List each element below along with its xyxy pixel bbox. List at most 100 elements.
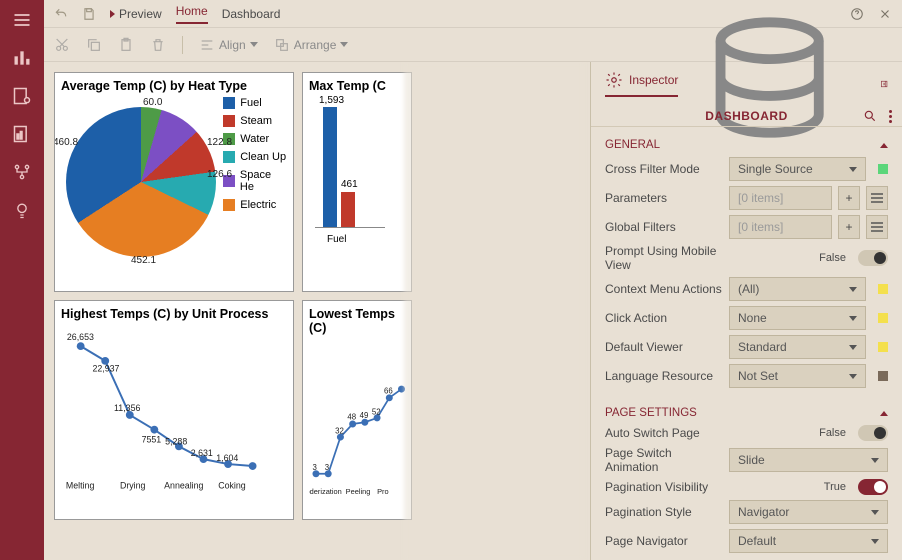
blurred-region (404, 62, 584, 560)
idea-icon[interactable] (12, 200, 32, 220)
chevron-down-icon (340, 42, 348, 47)
close-icon[interactable] (878, 7, 892, 21)
status-square (878, 371, 888, 381)
global-filters-field[interactable]: [0 items] (729, 215, 832, 239)
left-rail (0, 0, 44, 560)
dashboard-tab[interactable]: Dashboard (222, 7, 281, 21)
context-menu-select[interactable]: (All) (729, 277, 866, 301)
home-tab[interactable]: Home (176, 4, 208, 24)
model-icon[interactable] (12, 162, 32, 182)
search-icon[interactable] (863, 109, 877, 123)
prop-label: Context Menu Actions (605, 282, 723, 296)
prop-label: Prompt Using Mobile View (605, 244, 745, 272)
card-title: Lowest Temps (C) (309, 307, 405, 335)
report-user-icon[interactable] (12, 86, 32, 106)
report-bar-icon[interactable] (12, 124, 32, 144)
line-chart: 3 3 32 48 49 52 66 oderization Peeling P… (309, 339, 405, 509)
undo-icon[interactable] (54, 7, 68, 21)
section-title: GENERAL (605, 139, 660, 151)
preview-button[interactable]: Preview (110, 7, 162, 21)
cut-icon[interactable] (54, 37, 70, 53)
cross-filter-select[interactable]: Single Source (729, 157, 866, 181)
pie-legend: Fuel Steam Water Clean Up Space He Elect… (223, 97, 287, 267)
parameters-field[interactable]: [0 items] (729, 186, 832, 210)
svg-text:11,356: 11,356 (114, 403, 140, 413)
add-button[interactable]: + (838, 186, 860, 210)
status-square (878, 342, 888, 352)
save-icon[interactable] (82, 7, 96, 21)
panel-title: DASHBOARD (705, 109, 788, 123)
menu-icon[interactable] (12, 10, 32, 30)
svg-text:Drying: Drying (120, 481, 146, 491)
svg-text:52: 52 (372, 407, 381, 416)
page-navigator-select[interactable]: Default (729, 529, 888, 553)
copy-icon[interactable] (86, 37, 102, 53)
status-square (878, 164, 888, 174)
prop-label: Default Viewer (605, 340, 723, 354)
more-icon[interactable] (889, 110, 892, 123)
prop-label: Parameters (605, 191, 723, 205)
workspace: Average Temp (C) by Heat Type 60.0 122.8… (44, 62, 902, 560)
prop-label: Auto Switch Page (605, 426, 723, 440)
pie-label: 60.0 (143, 97, 162, 108)
pie-label: 460.8 (54, 137, 78, 148)
canvas[interactable]: Average Temp (C) by Heat Type 60.0 122.8… (44, 62, 590, 560)
line1-card[interactable]: Highest Temps (C) by Unit Process 26,653… (54, 300, 294, 520)
chevron-down-icon (250, 42, 258, 47)
help-icon[interactable] (850, 7, 864, 21)
prop-label: Cross Filter Mode (605, 162, 723, 176)
play-icon (110, 10, 115, 18)
prop-label: Global Filters (605, 220, 723, 234)
panel-header: DASHBOARD (591, 106, 902, 127)
svg-text:Coking: Coking (218, 481, 246, 491)
svg-text:5,288: 5,288 (165, 436, 187, 446)
status-square (878, 313, 888, 323)
status-square (878, 284, 888, 294)
line-chart: 26,653 22,937 11,356 7551 5,288 2,631 1,… (61, 325, 287, 495)
bar-card[interactable]: Max Temp (C 1,593 461 Fuel (302, 72, 412, 292)
toggle-value: False (819, 252, 846, 264)
prop-label: Language Resource (605, 369, 723, 383)
svg-text:3: 3 (325, 463, 330, 472)
gear-icon (605, 71, 623, 89)
card-title: Max Temp (C (309, 79, 405, 93)
line2-card[interactable]: Lowest Temps (C) 3 3 32 48 49 52 66 (302, 300, 412, 520)
prompt-mobile-toggle[interactable] (858, 250, 888, 266)
language-select[interactable]: Not Set (729, 364, 866, 388)
click-action-select[interactable]: None (729, 306, 866, 330)
svg-text:22,937: 22,937 (92, 364, 119, 374)
chevron-down-icon (849, 287, 857, 292)
preview-label: Preview (119, 7, 162, 21)
prop-label: Pagination Visibility (605, 480, 723, 494)
prop-label: Pagination Style (605, 505, 723, 519)
list-button[interactable] (866, 186, 888, 210)
svg-text:Annealing: Annealing (164, 481, 203, 491)
svg-text:Peeling: Peeling (346, 487, 371, 496)
inspector-panel: Inspector DASHBOARD GENERAL Cross Filter… (590, 62, 902, 560)
main-area: Preview Home Dashboard Align Arrange Ave… (44, 0, 902, 560)
paste-icon[interactable] (118, 37, 134, 53)
page-settings-section: PAGE SETTINGS Auto Switch Page False Pag… (591, 395, 902, 560)
pagination-visibility-toggle[interactable] (858, 479, 888, 495)
align-dropdown[interactable]: Align (199, 37, 258, 53)
card-title: Average Temp (C) by Heat Type (61, 79, 287, 93)
align-icon (199, 37, 215, 53)
chart-icon[interactable] (12, 48, 32, 68)
chevron-up-icon[interactable] (880, 411, 888, 416)
pagination-style-select[interactable]: Navigator (729, 500, 888, 524)
pie-card[interactable]: Average Temp (C) by Heat Type 60.0 122.8… (54, 72, 294, 292)
svg-text:32: 32 (335, 427, 344, 436)
delete-icon[interactable] (150, 37, 166, 53)
svg-text:48: 48 (347, 413, 356, 422)
list-button[interactable] (866, 215, 888, 239)
inspector-tab[interactable]: Inspector (605, 71, 678, 97)
arrange-dropdown[interactable]: Arrange (274, 37, 349, 53)
svg-text:1,604: 1,604 (216, 453, 238, 463)
auto-switch-toggle[interactable] (858, 425, 888, 441)
collapse-panel-icon[interactable] (880, 76, 888, 92)
add-button[interactable]: + (838, 215, 860, 239)
default-viewer-select[interactable]: Standard (729, 335, 866, 359)
chevron-up-icon[interactable] (880, 143, 888, 148)
svg-text:oderization: oderization (309, 487, 342, 496)
page-anim-select[interactable]: Slide (729, 448, 888, 472)
